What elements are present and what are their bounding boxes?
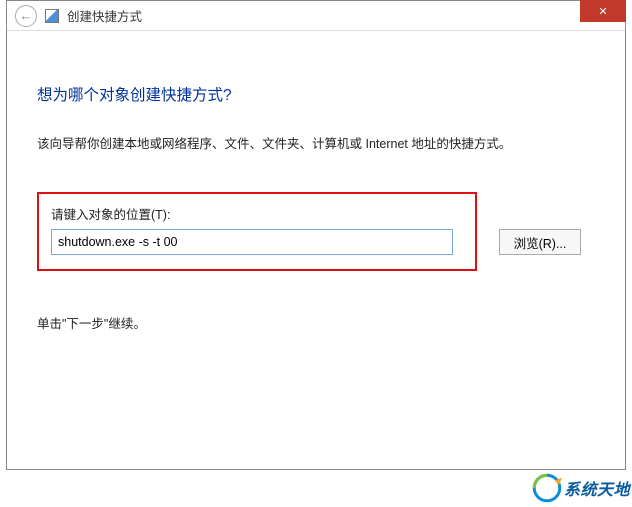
- page-heading: 想为哪个对象创建快捷方式?: [37, 83, 595, 105]
- location-input[interactable]: [51, 229, 453, 255]
- close-button[interactable]: ✕: [580, 0, 626, 22]
- titlebar: ← 创建快捷方式 ✕: [7, 1, 625, 31]
- watermark-text: 系统天地: [564, 476, 630, 500]
- close-icon: ✕: [598, 5, 607, 18]
- highlight-annotation: 请键入对象的位置(T): 浏览(R)...: [37, 192, 477, 271]
- back-button[interactable]: ←: [15, 5, 37, 27]
- content-area: 想为哪个对象创建快捷方式? 该向导帮你创建本地或网络程序、文件、文件夹、计算机或…: [7, 31, 625, 352]
- location-label: 请键入对象的位置(T):: [51, 204, 463, 223]
- wizard-window: ← 创建快捷方式 ✕ 想为哪个对象创建快捷方式? 该向导帮你创建本地或网络程序、…: [6, 0, 626, 470]
- watermark: 系统天地: [532, 473, 630, 503]
- page-description: 该向导帮你创建本地或网络程序、文件、文件夹、计算机或 Internet 地址的快…: [37, 133, 595, 152]
- browse-button[interactable]: 浏览(R)...: [499, 229, 581, 255]
- globe-icon: [532, 473, 562, 503]
- shortcut-icon: [45, 9, 59, 23]
- location-row: 请键入对象的位置(T): 浏览(R)...: [37, 192, 595, 271]
- continue-hint: 单击"下一步"继续。: [37, 313, 595, 332]
- window-title: 创建快捷方式: [67, 6, 142, 25]
- back-arrow-icon: ←: [20, 8, 33, 23]
